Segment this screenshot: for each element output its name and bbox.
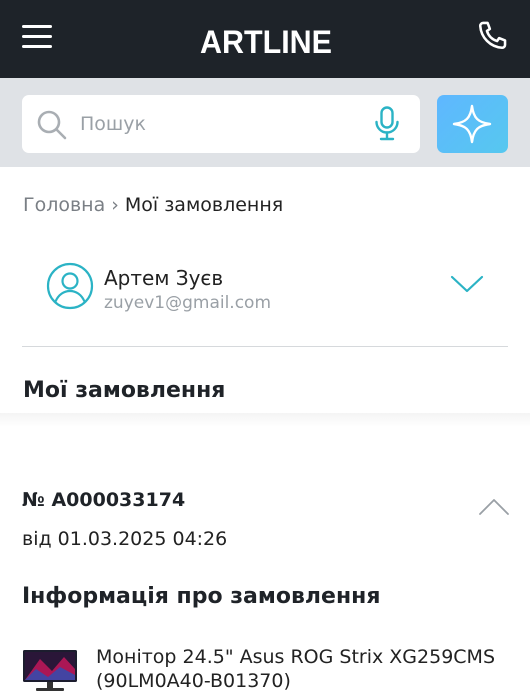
- search-input[interactable]: [80, 105, 360, 143]
- page-title: Мої замовлення: [23, 378, 226, 403]
- user-email: zuyev1@gmail.com: [104, 293, 272, 313]
- hamburger-menu-icon[interactable]: [22, 25, 52, 49]
- breadcrumb-separator: ›: [111, 194, 119, 216]
- breadcrumb-current: Мої замовлення: [124, 194, 284, 216]
- user-avatar-icon: [46, 262, 94, 310]
- search-box[interactable]: [22, 95, 420, 153]
- chevron-up-icon[interactable]: [478, 496, 510, 516]
- top-bar: ARTLINE: [0, 0, 530, 78]
- order-date: від 01.03.2025 04:26: [22, 528, 228, 550]
- user-account-toggle[interactable]: Артем Зуєв zuyev1@gmail.com: [22, 255, 508, 347]
- section-divider: [0, 413, 530, 427]
- order-number: № A000033174: [22, 489, 186, 511]
- breadcrumb-home-link[interactable]: Головна: [23, 194, 105, 216]
- ai-assistant-button[interactable]: [437, 95, 508, 153]
- phone-icon[interactable]: [476, 18, 510, 52]
- sparkle-icon: [452, 104, 492, 144]
- search-bar: [0, 78, 530, 167]
- order-product-item[interactable]: Монітор 24.5" Asus ROG Strix XG259CMS (9…: [22, 643, 530, 699]
- artline-logo[interactable]: ARTLINE: [200, 20, 332, 60]
- chevron-down-icon[interactable]: [450, 273, 484, 295]
- microphone-icon[interactable]: [374, 106, 400, 142]
- product-thumbnail[interactable]: [22, 649, 78, 693]
- magnifier-icon[interactable]: [36, 109, 68, 141]
- order-info-title: Інформація про замовлення: [22, 584, 381, 609]
- user-name: Артем Зуєв: [104, 266, 224, 290]
- breadcrumb: Головна › Мої замовлення: [23, 194, 283, 216]
- product-name: Монітор 24.5" Asus ROG Strix XG259CMS (9…: [96, 646, 495, 692]
